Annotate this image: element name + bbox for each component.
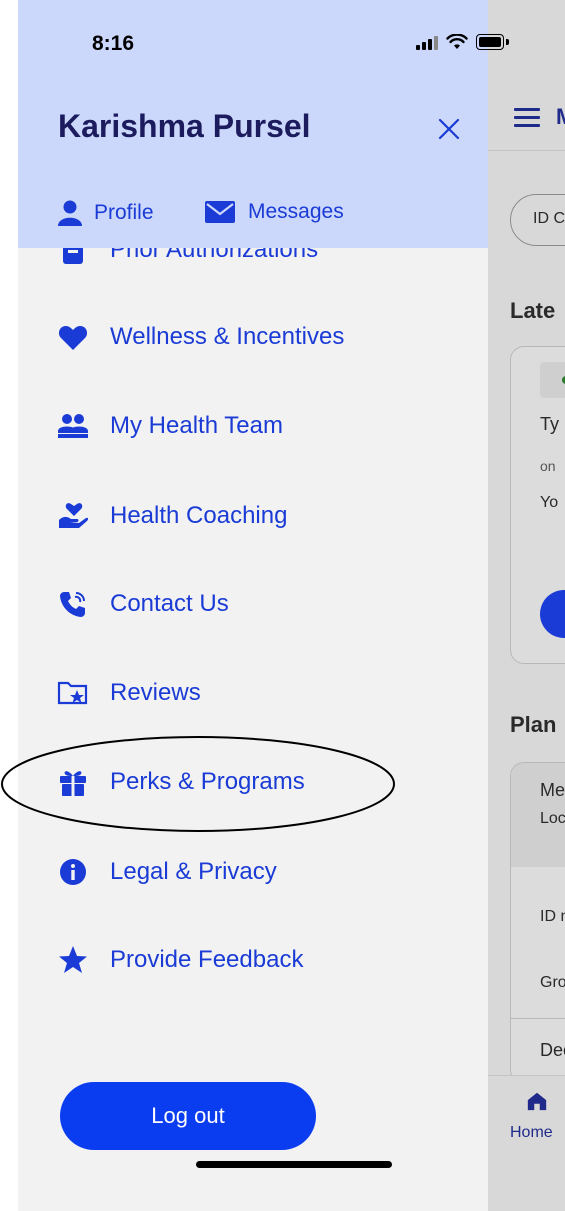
menu-item-label: Wellness & Incentives: [110, 323, 345, 350]
card-body: Yo: [540, 494, 559, 511]
background-app[interactable]: M ID C Late Ty on Yo Plan Me Loc ID n Gr…: [488, 0, 565, 1211]
plan-row-deductible: Dec: [540, 1040, 565, 1060]
hamburger-menu-icon[interactable]: [514, 108, 540, 128]
plan-row-group: Gro: [540, 974, 565, 991]
close-icon[interactable]: [434, 114, 464, 144]
group-icon: [56, 409, 90, 443]
wifi-icon: [446, 34, 468, 49]
phone-icon: [56, 587, 90, 621]
battery-icon: [476, 34, 504, 50]
cellular-signal-icon: [416, 34, 438, 50]
menu-item-health-team[interactable]: My Health Team: [56, 406, 283, 446]
menu-item-label: Provide Feedback: [110, 946, 304, 973]
messages-link-label: Messages: [248, 200, 344, 223]
home-indicator: [196, 1161, 392, 1168]
plan-divider: [511, 1018, 565, 1019]
envelope-icon: [204, 200, 236, 224]
background-title: M: [556, 104, 565, 130]
profile-link[interactable]: Profile: [58, 200, 154, 226]
status-icons: [416, 34, 509, 50]
app-screen: M ID C Late Ty on Yo Plan Me Loc ID n Gr…: [18, 0, 565, 1211]
menu-item-contact-us[interactable]: Contact Us: [56, 584, 229, 624]
menu-item-wellness[interactable]: Wellness & Incentives: [56, 317, 344, 357]
nav-home-label[interactable]: Home: [510, 1124, 553, 1142]
profile-link-label: Profile: [94, 201, 154, 224]
star-icon: [56, 943, 90, 977]
id-card-chip-label: ID C: [533, 210, 565, 227]
annotation-ellipse: [1, 736, 395, 832]
card-subtitle: on: [540, 458, 556, 474]
person-icon: [58, 200, 82, 226]
plan-row-id: ID n: [540, 908, 565, 925]
menu-item-provide-feedback[interactable]: Provide Feedback: [56, 940, 303, 980]
menu-item-health-coaching[interactable]: Health Coaching: [56, 496, 287, 536]
card-title: Ty: [540, 414, 560, 434]
plan-row-title: Me: [540, 780, 565, 800]
home-icon[interactable]: [526, 1090, 548, 1118]
messages-link[interactable]: Messages: [204, 200, 344, 224]
menu-item-reviews[interactable]: Reviews: [56, 673, 201, 713]
folder-star-icon: [56, 676, 90, 710]
battery-cap: [506, 39, 509, 45]
plan-heading: Plan: [510, 712, 557, 737]
hand-heart-icon: [56, 499, 90, 533]
heart-icon: [56, 320, 90, 354]
background-top-bar: [488, 0, 565, 151]
logout-button[interactable]: Log out: [60, 1082, 316, 1150]
menu-item-label: Health Coaching: [110, 502, 288, 529]
menu-item-label: My Health Team: [110, 412, 283, 439]
latest-heading: Late: [510, 298, 556, 323]
menu-item-label: Legal & Privacy: [110, 858, 277, 885]
menu-item-label: Reviews: [110, 679, 201, 706]
menu-item-label: Contact Us: [110, 590, 229, 617]
info-icon: [56, 855, 90, 889]
menu-item-legal-privacy[interactable]: Legal & Privacy: [56, 852, 277, 892]
user-name: Karishma Pursel: [58, 108, 311, 144]
plan-row-subtitle: Loc: [540, 810, 565, 827]
status-time: 8:16: [92, 32, 135, 55]
id-card-chip[interactable]: ID C: [510, 194, 565, 246]
side-drawer: Prior Authorizations Wellness & Incentiv…: [18, 0, 488, 1211]
